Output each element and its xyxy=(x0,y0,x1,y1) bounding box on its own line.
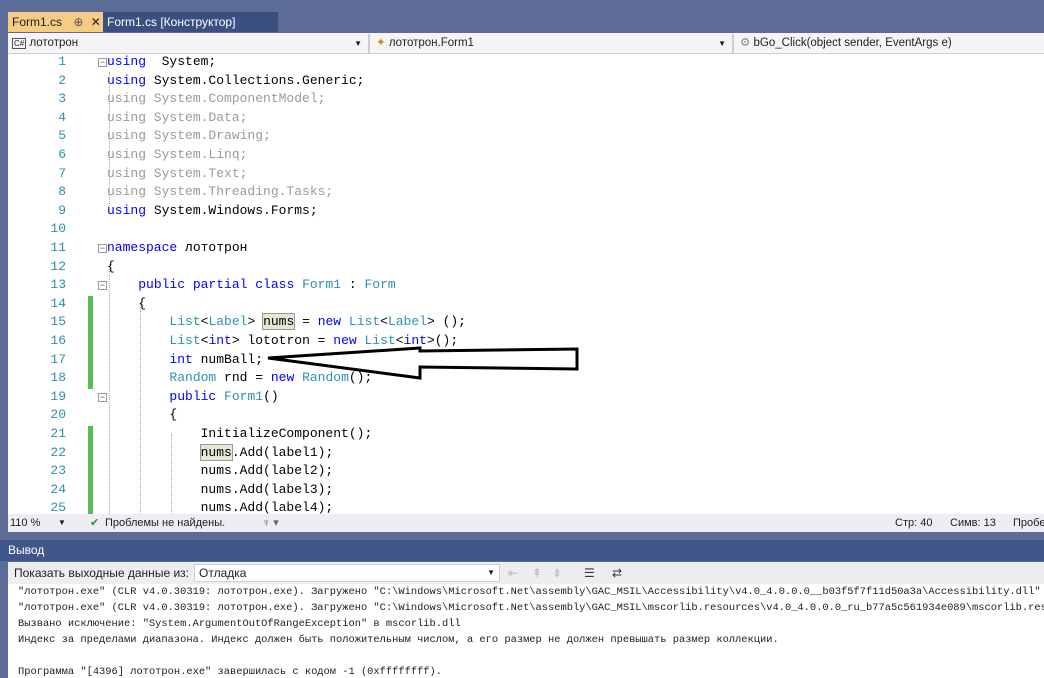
class-name: лототрон.Form1 xyxy=(388,37,474,49)
annotation-arrow xyxy=(267,346,579,380)
previous-message-icon[interactable]: ⇞ xyxy=(532,562,542,584)
word-wrap-icon[interactable]: ⇄ xyxy=(612,562,622,584)
member-dropdown[interactable]: ⚙ bGo_Click(object sender, EventArgs e) xyxy=(736,34,1044,53)
output-line: Программа "[4396] лототрон.exe" завершил… xyxy=(18,666,443,678)
output-line: Индекс за пределами диапазона. Индекс до… xyxy=(18,634,779,646)
column-number: Симв: 13 xyxy=(950,517,996,529)
clear-all-icon[interactable]: ☰ xyxy=(584,562,595,584)
tab-label: Form1.cs [Конструктор] xyxy=(107,15,236,29)
show-output-label: Показать выходные данные из: xyxy=(14,566,189,580)
whitespace-mode: Пробе xyxy=(1013,517,1044,529)
chevron-down-icon[interactable]: ▼ xyxy=(58,514,66,532)
tab-form1-cs[interactable]: Form1.cs ⊕ ✕ xyxy=(8,12,104,32)
output-title: Вывод xyxy=(8,543,45,557)
line-number: Стр: 40 xyxy=(895,517,933,529)
class-icon: ✦ xyxy=(376,37,386,49)
output-source-select[interactable]: Отладка ▼ xyxy=(194,564,500,582)
chevron-down-icon: ▼ xyxy=(354,39,362,48)
output-line: "лототрон.exe" (CLR v4.0.30319: лототрон… xyxy=(18,602,1044,614)
code-editor[interactable]: 1− using System; 2 using System.Collections… xyxy=(8,54,1044,514)
brush-icon[interactable]: ♆ ▾ xyxy=(262,514,279,532)
output-source-value: Отладка xyxy=(199,566,247,580)
output-text[interactable]: "лототрон.exe" (CLR v4.0.30319: лототрон… xyxy=(8,584,1044,678)
chevron-down-icon: ▼ xyxy=(718,39,726,48)
output-line: Вызвано исключение: "System.ArgumentOutO… xyxy=(18,618,461,630)
method-icon: ⚙ xyxy=(740,37,751,49)
issues-status[interactable]: Проблемы не найдены. xyxy=(105,514,225,532)
project-dropdown[interactable]: C# лототрон ▼ xyxy=(8,34,370,53)
project-name: лототрон xyxy=(29,37,79,49)
zoom-level[interactable]: 110 % xyxy=(10,514,40,532)
class-dropdown[interactable]: ✦ лототрон.Form1 ▼ xyxy=(372,34,734,53)
tab-label: Form1.cs xyxy=(12,15,63,29)
chevron-down-icon: ▼ xyxy=(487,568,495,577)
next-message-icon[interactable]: ⇟ xyxy=(552,562,562,584)
tab-form1-designer[interactable]: Form1.cs [Конструктор] xyxy=(103,12,278,32)
output-line: "лототрон.exe" (CLR v4.0.30319: лототрон… xyxy=(18,586,1041,598)
output-toolbar: Показать выходные данные из: Отладка ▼ ⇤… xyxy=(8,562,1044,584)
check-icon: ✔ xyxy=(90,517,100,529)
csharp-project-icon: C# xyxy=(12,38,27,49)
find-message-icon[interactable]: ⇤ xyxy=(508,562,518,584)
output-panel-header: Вывод xyxy=(0,540,1044,561)
member-name: bGo_Click(object sender, EventArgs e) xyxy=(753,37,952,49)
navigation-bar: C# лототрон ▼ ✦ лототрон.Form1 ▼ ⚙ bGo_C… xyxy=(8,33,1044,54)
document-tabs: Form1.cs ⊕ ✕ Form1.cs [Конструктор] xyxy=(0,12,1044,32)
close-icon[interactable]: ✕ xyxy=(91,15,101,29)
editor-status-bar: 110 % ▼ ✔ Проблемы не найдены. ♆ ▾ Стр: … xyxy=(8,514,1044,532)
pin-icon[interactable]: ⊕ xyxy=(73,15,83,29)
